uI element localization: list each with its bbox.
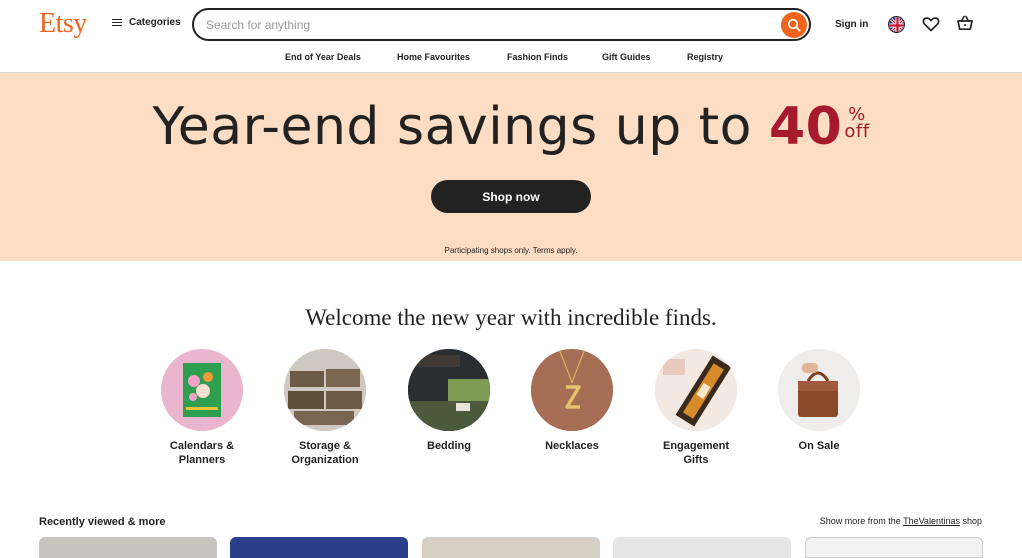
category-label: Bedding [427, 440, 471, 452]
category-label: Planners [178, 454, 226, 466]
on-sale-bag-image [778, 349, 860, 431]
categories-button[interactable]: Categories [112, 17, 181, 28]
categories-label: Categories [129, 17, 181, 28]
show-more-prefix: Show more from the [819, 516, 904, 526]
terms-text: Participating shops only. Terms apply. [444, 246, 578, 255]
shop-now-button[interactable]: Shop now [431, 180, 591, 213]
recently-viewed-heading: Recently viewed & more [39, 516, 166, 528]
banner-title: Year-end savings up to 40% off [0, 97, 1022, 157]
search-button[interactable] [781, 12, 807, 38]
nav-gift-guides[interactable]: Gift Guides [602, 52, 651, 62]
engagement-gifts-image [655, 349, 737, 431]
recent-item-thumbnail[interactable] [39, 537, 217, 558]
category-label: Necklaces [545, 440, 599, 452]
category-calendars-planners[interactable]: Calendars & Planners [140, 349, 264, 467]
header: Etsy Categories Sign in [0, 0, 1022, 48]
banner-title-text: Year-end savings up to [152, 97, 769, 157]
category-bedding[interactable]: Bedding [387, 349, 511, 453]
category-on-sale[interactable]: On Sale [757, 349, 881, 453]
recent-item-thumbnail[interactable] [422, 537, 600, 558]
category-label: Organization [291, 454, 359, 466]
promo-banner: Year-end savings up to 40% off Shop now P… [0, 73, 1022, 261]
menu-icon [112, 18, 122, 27]
category-label: Engagement [662, 440, 729, 452]
category-label: On Sale [798, 440, 840, 452]
shop-name-link[interactable]: TheValentinas [903, 516, 960, 526]
search-bar [192, 8, 811, 41]
nav-registry[interactable]: Registry [687, 52, 723, 62]
uk-flag-icon[interactable] [888, 16, 905, 33]
show-more-text: Show more from the TheValentinas shop [820, 516, 982, 526]
cart-icon[interactable] [956, 14, 974, 32]
bedding-image [408, 349, 490, 431]
recent-item-thumbnail[interactable] [805, 537, 983, 558]
recent-item-thumbnail[interactable] [230, 537, 408, 558]
sign-in-link[interactable]: Sign in [835, 19, 868, 30]
category-engagement-gifts[interactable]: Engagement Gifts [634, 349, 758, 467]
off-label: off [844, 121, 870, 142]
search-input[interactable] [206, 16, 766, 34]
banner-discount-suffix: % off [844, 106, 870, 142]
category-label: Calendars & [169, 440, 235, 452]
show-more-suffix: shop [959, 516, 982, 526]
category-necklaces[interactable]: Necklaces [510, 349, 634, 453]
welcome-heading: Welcome the new year with incredible fin… [305, 305, 717, 330]
storage-baskets-image [284, 349, 366, 431]
sub-navigation: End of Year Deals Home Favourites Fashio… [0, 48, 1022, 72]
etsy-logo[interactable]: Etsy [39, 8, 87, 40]
recent-item-thumbnail[interactable] [613, 537, 791, 558]
search-icon [787, 18, 801, 32]
nav-end-of-year-deals[interactable]: End of Year Deals [285, 52, 361, 62]
nav-home-favourites[interactable]: Home Favourites [397, 52, 470, 62]
category-label: Gifts [683, 454, 709, 466]
category-label: Storage & [299, 440, 351, 452]
heart-icon[interactable] [922, 15, 940, 33]
nav-fashion-finds[interactable]: Fashion Finds [507, 52, 568, 62]
necklace-image [531, 349, 613, 431]
category-storage-organization[interactable]: Storage & Organization [263, 349, 387, 467]
banner-discount-value: 40 [768, 97, 843, 157]
calendar-image [161, 349, 243, 431]
